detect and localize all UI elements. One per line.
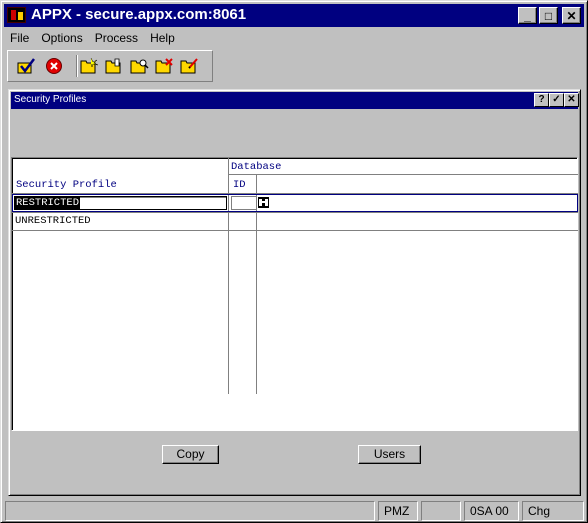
app-window: APPX - secure.appx.com:8061 _ □ ✕ File O… (0, 0, 588, 523)
row-divider (12, 230, 578, 231)
child-window-title: Security Profiles (14, 94, 87, 105)
maximize-button[interactable]: □ (539, 7, 558, 24)
menu-bar: File Options Process Help (4, 28, 584, 48)
window-title: APPX - secure.appx.com:8061 (31, 6, 247, 23)
header-divider (228, 174, 578, 175)
security-profile-value[interactable]: UNRESTRICTED (15, 215, 91, 227)
status-message (5, 501, 375, 521)
status-blank (421, 501, 461, 521)
menu-process[interactable]: Process (89, 31, 144, 45)
status-mode: Chg (522, 501, 584, 521)
column-group-header: Database (231, 161, 282, 173)
binoculars-icon[interactable] (258, 197, 269, 208)
users-button-label: Users (373, 447, 406, 461)
column-header-id: ID (233, 179, 246, 191)
ok-button[interactable]: ✓ (549, 93, 564, 107)
menu-options[interactable]: Options (35, 31, 88, 45)
row-divider (12, 212, 578, 213)
child-close-button[interactable]: ✕ (564, 93, 579, 107)
help-button[interactable]: ? (534, 93, 549, 107)
delete-folder-icon[interactable] (155, 57, 175, 75)
status-user: PMZ (378, 501, 418, 521)
search-folder-icon[interactable] (130, 57, 150, 75)
close-button[interactable]: ✕ (562, 7, 581, 24)
child-title-bar[interactable]: Security Profiles ? ✓ ✕ (11, 92, 579, 109)
security-profiles-window: Security Profiles ? ✓ ✕ Database Securit… (8, 89, 581, 496)
menu-help[interactable]: Help (144, 31, 181, 45)
copy-button-label: Copy (176, 447, 205, 461)
edit-folder-icon[interactable] (180, 57, 200, 75)
check-icon[interactable] (17, 57, 37, 75)
menu-file[interactable]: File (4, 31, 35, 45)
security-profile-value[interactable]: RESTRICTED (15, 197, 81, 209)
minimize-button[interactable]: _ (518, 7, 537, 24)
status-application: 0SA 00 (464, 501, 519, 521)
toolbar-separator (76, 55, 78, 77)
users-button[interactable]: Users (358, 445, 421, 464)
new-folder-icon[interactable] (80, 57, 100, 75)
appx-logo-icon[interactable] (7, 7, 26, 23)
copy-button[interactable]: Copy (162, 445, 219, 464)
column-header-security-profile: Security Profile (16, 179, 117, 191)
toolbar (7, 50, 213, 82)
database-id-field[interactable] (231, 196, 257, 210)
title-bar[interactable]: APPX - secure.appx.com:8061 _ □ ✕ (4, 4, 584, 27)
cancel-icon[interactable] (45, 57, 65, 75)
profiles-grid: Database Security Profile ID RESTRICTED (11, 157, 578, 431)
open-folder-icon[interactable] (105, 57, 125, 75)
